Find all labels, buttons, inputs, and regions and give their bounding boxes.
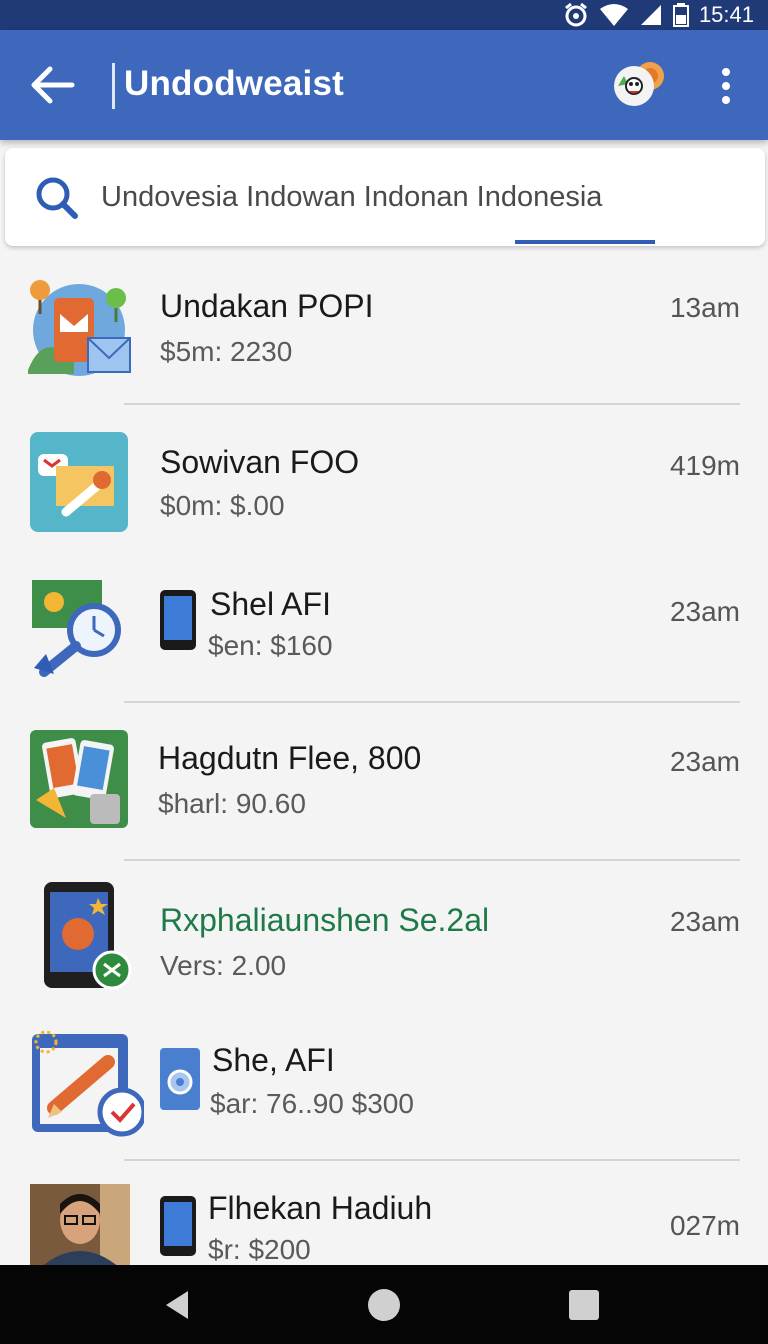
item-title: Rxphaliaunshen Se.2al: [160, 902, 490, 938]
app-thumbnail-icon: [24, 880, 134, 990]
list-item[interactable]: Undakan POPI $5m: 2230 13am: [0, 260, 768, 410]
back-arrow-icon: [31, 66, 75, 104]
item-title: Sowivan FOO: [160, 444, 360, 480]
divider: [124, 701, 740, 703]
alarm-icon: [565, 2, 587, 27]
item-subtitle: $en: $160: [208, 630, 333, 661]
list-item[interactable]: Sowivan FOO $0m: $.00 419m: [0, 420, 768, 570]
avatar-icon: [614, 62, 664, 106]
nav-recents-button[interactable]: [562, 1283, 606, 1327]
list-item[interactable]: Shel AFI $en: $160 23am: [0, 566, 768, 716]
item-time: 23am: [669, 596, 740, 627]
item-subtitle: $5m: 2230: [160, 336, 293, 367]
item-title: Shel AFI: [210, 586, 331, 622]
system-navigation-bar: [0, 1265, 768, 1344]
search-bar: [5, 148, 765, 246]
app-thumbnail-icon: [24, 728, 134, 838]
app-thumbnail-icon: [24, 270, 134, 380]
item-subtitle: Vers: 2.00: [160, 950, 287, 981]
item-time: 23am: [669, 906, 740, 937]
signal-icon: [640, 5, 661, 25]
settings-app-icon: [158, 1046, 200, 1110]
divider: [124, 403, 740, 405]
phone-icon: [158, 588, 200, 652]
item-title: Hagdutn Flee, 800: [158, 740, 422, 776]
item-time: 027m: [669, 1210, 740, 1241]
list-item[interactable]: Rxphaliaunshen Se.2al Vers: 2.00 23am: [0, 876, 768, 1026]
item-subtitle: $harl: 90.60: [158, 788, 306, 819]
search-icon[interactable]: [31, 172, 83, 224]
item-time: 13am: [669, 292, 740, 323]
status-bar: 15:41: [0, 0, 768, 30]
nav-back-button[interactable]: [156, 1283, 200, 1327]
contact-photo-avatar: [30, 1184, 130, 1268]
item-title: Flhekan Hadiuh: [208, 1190, 433, 1226]
recents-square-icon: [569, 1290, 599, 1320]
item-title: Undakan POPI: [160, 288, 374, 324]
item-subtitle: $ar: 76..90 $300: [210, 1088, 414, 1119]
item-time: 23am: [669, 746, 740, 777]
app-bar: Undodweaist: [0, 30, 768, 140]
list-item[interactable]: Hagdutn Flee, 800 $harl: 90.60 23am: [0, 716, 768, 866]
wifi-icon: [599, 4, 628, 26]
more-options-button[interactable]: [708, 64, 744, 108]
item-title: She, AFI: [212, 1042, 335, 1078]
account-avatar-button[interactable]: [610, 58, 668, 110]
back-triangle-icon: [166, 1291, 188, 1319]
battery-icon: [672, 3, 689, 27]
more-vert-icon: [722, 68, 730, 104]
list-item[interactable]: She, AFI $ar: 76..90 $300: [0, 1022, 768, 1172]
nav-home-button[interactable]: [362, 1283, 406, 1327]
home-circle-icon: [368, 1289, 400, 1321]
phone-icon: [158, 1194, 200, 1258]
app-thumbnail-icon: [24, 572, 134, 682]
search-input[interactable]: [101, 174, 741, 220]
divider: [124, 859, 740, 861]
back-button[interactable]: [28, 60, 78, 110]
app-thumbnail-icon: [24, 430, 134, 540]
app-thumbnail-icon: [24, 1026, 147, 1137]
divider: [124, 1159, 740, 1161]
page-title: Undodweaist: [124, 64, 344, 103]
item-subtitle: $0m: $.00: [160, 490, 285, 521]
title-separator: [112, 63, 115, 109]
search-focus-indicator: [515, 240, 655, 244]
item-subtitle: $r: $200: [208, 1234, 311, 1265]
status-icons: 15:41: [563, 0, 754, 30]
item-time: 419m: [669, 450, 740, 481]
status-time: 15:41: [698, 2, 754, 27]
